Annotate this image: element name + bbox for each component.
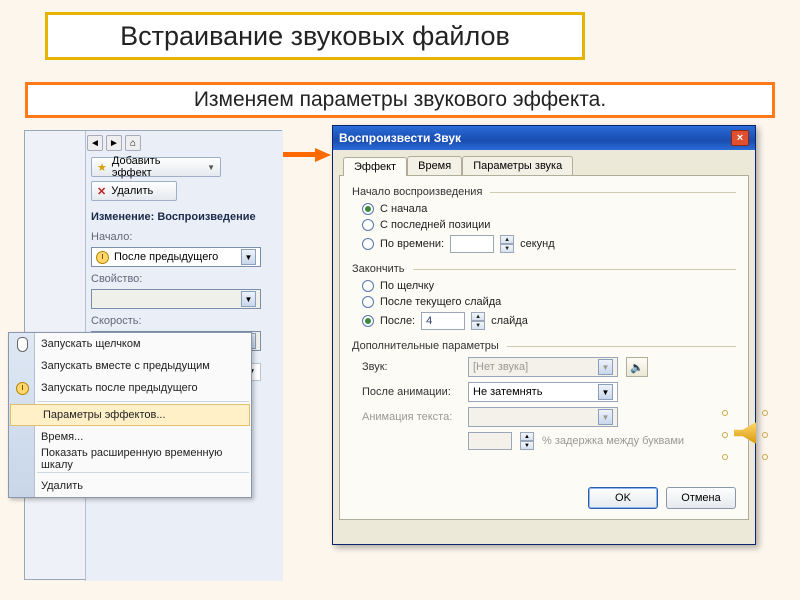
forward-icon[interactable]: ► [106,135,122,151]
ctx-label: Удалить [41,480,83,492]
ctx-start-on-click[interactable]: Запускать щелчком [9,333,251,355]
ctx-label: Запускать после предыдущего [41,382,198,394]
context-menu: Запускать щелчком Запускать вместе с пре… [8,332,252,498]
slide-title-text: Встраивание звуковых файлов [120,21,510,52]
sound-label: Звук: [362,361,460,373]
add-effect-button[interactable]: ★ Добавить эффект ▼ [91,157,221,177]
dialog-title-text: Воспроизвести Звук [339,131,461,145]
ctx-show-timeline[interactable]: Показать расширенную временную шкалу [9,448,251,470]
clock-icon [96,251,109,264]
radio-icon[interactable] [362,315,374,327]
property-select: ▼ [91,289,261,309]
chevron-down-icon: ▼ [207,163,215,172]
slide-label: слайда [491,315,528,327]
opt-after-n-slides[interactable]: После: 4 ▲▼ слайда [362,312,736,330]
ctx-effect-options[interactable]: Параметры эффектов... [10,404,250,426]
tab-effect[interactable]: Эффект [343,157,407,176]
tab-sound-params[interactable]: Параметры звука [462,156,573,175]
speed-label: Скорость: [91,315,142,327]
start-select[interactable]: После предыдущего ▼ [91,247,261,267]
pointer-arrow [275,148,335,162]
ctx-start-with-previous[interactable]: Запускать вместе с предыдущим [9,355,251,377]
anim-text-label: Анимация текста: [362,411,460,423]
after-anim-select[interactable]: Не затемнять ▼ [468,382,618,402]
letter-delay-label: % задержка между буквами [542,435,684,447]
home-icon[interactable]: ⌂ [125,135,141,151]
ctx-label: Показать расширенную временную шкалу [41,447,251,471]
ctx-label: Запускать вместе с предыдущим [41,360,210,372]
speaker-icon: 🔈 [630,361,644,374]
ctx-label: Запускать щелчком [41,338,141,350]
after-anim-label: После анимации: [362,386,460,398]
x-icon: ✕ [97,185,106,198]
dropdown-icon[interactable]: ▼ [598,384,613,400]
property-label: Свойство: [91,273,142,285]
ctx-start-after-previous[interactable]: Запускать после предыдущего [9,377,251,399]
time-spinner[interactable]: ▲▼ [500,235,514,253]
after-slides-input[interactable]: 4 [421,312,465,330]
group-start-playback: Начало воспроизведения [352,186,736,198]
remove-effect-label: Удалить [111,185,153,197]
opt-by-time[interactable]: По времени: ▲▼ секунд [362,235,736,253]
opt-on-click[interactable]: По щелчку [362,280,736,292]
letter-delay-input [468,432,512,450]
dropdown-icon: ▼ [241,291,256,307]
opt-last-position[interactable]: С последней позиции [362,219,736,231]
sound-object-icon [722,410,770,462]
group-extra: Дополнительные параметры [352,340,736,352]
opt-after-current-slide[interactable]: После текущего слайда [362,296,736,308]
time-input[interactable] [450,235,494,253]
dropdown-icon[interactable]: ▼ [598,359,613,375]
tab-panel-effect: Начало воспроизведения С начала С послед… [339,175,749,520]
seconds-label: секунд [520,238,555,250]
remove-effect-button[interactable]: ✕ Удалить [91,181,177,201]
back-icon[interactable]: ◄ [87,135,103,151]
letter-delay-spinner: ▲▼ [520,432,534,450]
dropdown-icon: ▼ [598,409,613,425]
cancel-button[interactable]: Отмена [666,487,736,509]
radio-icon[interactable] [362,219,374,231]
dropdown-icon[interactable]: ▼ [241,249,256,265]
mouse-icon [14,336,30,352]
after-slides-spinner[interactable]: ▲▼ [471,312,485,330]
separator [37,401,249,402]
anim-text-select: ▼ [468,407,618,427]
clock-icon [14,380,30,396]
separator [37,472,249,473]
radio-icon[interactable] [362,280,374,292]
group-end: Закончить [352,263,736,275]
ctx-label: Время... [41,431,83,443]
play-sound-dialog: Воспроизвести Звук × Эффект Время Параме… [332,125,756,545]
task-pane-toolbar: ◄ ► ⌂ [87,135,141,151]
radio-icon[interactable] [362,296,374,308]
slide-subtitle-text: Изменяем параметры звукового эффекта. [194,88,606,112]
add-effect-label: Добавить эффект [112,155,202,179]
tab-time[interactable]: Время [407,156,462,175]
sound-select[interactable]: [Нет звука] ▼ [468,357,618,377]
opt-from-start[interactable]: С начала [362,203,736,215]
ctx-timing[interactable]: Время... [9,426,251,448]
start-label: Начало: [91,231,132,243]
star-icon: ★ [97,161,107,174]
radio-icon[interactable] [362,238,374,250]
slide-subtitle: Изменяем параметры звукового эффекта. [25,82,775,118]
close-button[interactable]: × [731,130,749,146]
preview-sound-button[interactable]: 🔈 [626,357,648,377]
ctx-delete[interactable]: Удалить [9,475,251,497]
change-section-title: Изменение: Воспроизведение [91,211,256,223]
speaker-icon [734,422,756,444]
start-value: После предыдущего [114,251,218,263]
dialog-titlebar: Воспроизвести Звук × [333,126,755,150]
ok-button[interactable]: OK [588,487,658,509]
radio-icon[interactable] [362,203,374,215]
slide-title: Встраивание звуковых файлов [45,12,585,60]
ctx-label: Параметры эффектов... [43,409,166,421]
dialog-tabs: Эффект Время Параметры звука [333,150,755,175]
